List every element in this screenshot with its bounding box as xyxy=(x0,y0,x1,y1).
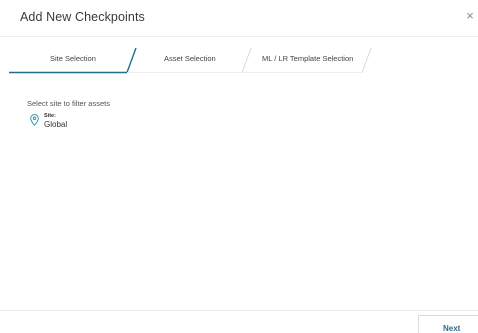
dialog-title: Add New Checkpoints xyxy=(20,10,145,24)
step-separator-1 xyxy=(126,47,137,73)
next-button[interactable]: Next xyxy=(418,315,478,333)
site-selector[interactable]: Site: Global xyxy=(30,113,110,133)
tab-site-selection[interactable]: Site Selection xyxy=(50,54,96,63)
close-icon[interactable]: × xyxy=(464,9,476,23)
add-checkpoints-dialog: Add New Checkpoints × Site Selection Ass… xyxy=(0,0,478,333)
site-label: Site: xyxy=(44,113,56,119)
tab-ml-lr-template-selection[interactable]: ML / LR Template Selection xyxy=(262,54,353,63)
site-value: Global xyxy=(44,120,68,129)
tab-asset-selection[interactable]: Asset Selection xyxy=(164,54,216,63)
step-separator-3 xyxy=(361,47,372,73)
step-tabs: Site Selection Asset Selection ML / LR T… xyxy=(0,46,478,74)
site-filter-prompt: Select site to filter assets xyxy=(27,99,110,108)
step-separator-2 xyxy=(241,47,252,73)
dialog-header: Add New Checkpoints × xyxy=(0,0,478,37)
next-button-label: Next xyxy=(443,324,461,333)
map-pin-icon xyxy=(30,114,39,126)
dialog-footer xyxy=(0,310,478,333)
